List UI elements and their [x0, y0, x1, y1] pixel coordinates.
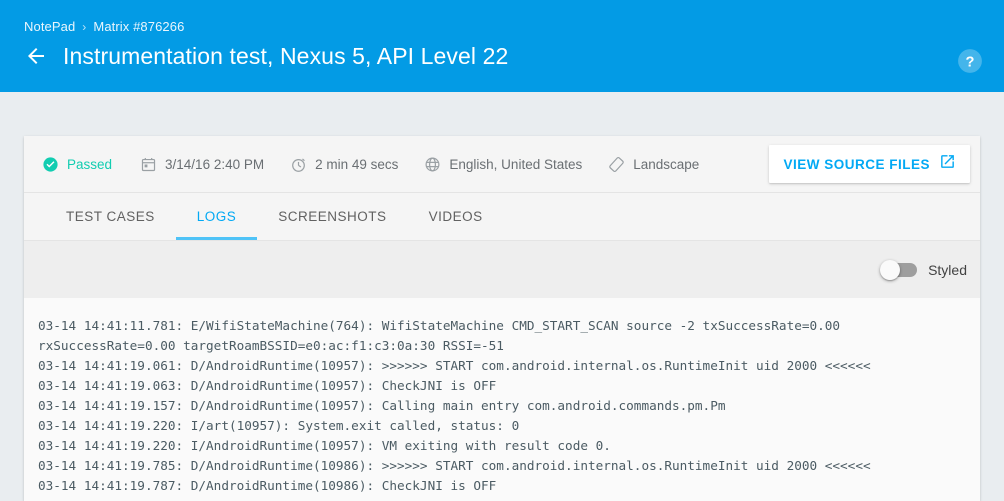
screen-rotation-icon [608, 156, 625, 173]
log-line: 03-14 14:41:19.220: I/art(10957): System… [24, 416, 980, 436]
status-label: Passed [67, 157, 112, 172]
info-item-orientation: Landscape [608, 156, 699, 173]
calendar-icon [140, 156, 157, 173]
tab-videos[interactable]: VIDEOS [408, 193, 504, 240]
info-label-duration: 2 min 49 secs [315, 157, 398, 172]
tab-test-cases[interactable]: TEST CASES [45, 193, 176, 240]
view-source-files-button[interactable]: VIEW SOURCE FILES [769, 145, 970, 183]
breadcrumb-current[interactable]: Matrix #876266 [93, 19, 184, 34]
tab-test-cases-label: TEST CASES [66, 209, 155, 224]
tab-logs-label: LOGS [197, 209, 237, 224]
info-label-orientation: Landscape [633, 157, 699, 172]
help-icon[interactable]: ? [957, 48, 983, 74]
stopwatch-icon [290, 156, 307, 173]
tab-screenshots[interactable]: SCREENSHOTS [257, 193, 407, 240]
breadcrumb: NotePad › Matrix #876266 [24, 19, 184, 34]
globe-icon [424, 156, 441, 173]
breadcrumb-root[interactable]: NotePad [24, 19, 75, 34]
log-options-bar: Styled [24, 241, 980, 298]
info-label-date: 3/14/16 2:40 PM [165, 157, 264, 172]
styled-toggle-knob [880, 260, 900, 280]
log-output[interactable]: 03-14 14:41:11.781: E/WifiStateMachine(7… [24, 298, 980, 501]
test-result-card: Passed 3/14/16 2:40 PM [24, 136, 980, 501]
log-line: 03-14 14:41:19.785: D/AndroidRuntime(109… [24, 456, 980, 476]
log-line: rxSuccessRate=0.00 targetRoamBSSID=e0:ac… [24, 336, 980, 356]
tab-logs[interactable]: LOGS [176, 193, 258, 240]
check-circle-icon [42, 156, 59, 173]
log-line: 03-14 14:41:19.063: D/AndroidRuntime(109… [24, 376, 980, 396]
info-item-locale: English, United States [424, 156, 582, 173]
tab-bar: TEST CASES LOGS SCREENSHOTS VIDEOS [24, 193, 980, 241]
back-arrow-icon[interactable] [24, 44, 48, 68]
log-line: 03-14 14:41:19.220: I/AndroidRuntime(109… [24, 436, 980, 456]
title-row: Instrumentation test, Nexus 5, API Level… [24, 44, 508, 68]
svg-text:?: ? [966, 54, 975, 70]
log-line: 03-14 14:41:19.787: D/AndroidRuntime(109… [24, 476, 980, 496]
open-in-new-icon [939, 153, 956, 175]
app-bar: NotePad › Matrix #876266 Instrumentation… [0, 0, 1004, 92]
status-badge: Passed [42, 156, 112, 173]
info-label-locale: English, United States [449, 157, 582, 172]
test-info-bar: Passed 3/14/16 2:40 PM [24, 136, 980, 193]
log-line: 03-14 14:41:19.157: D/AndroidRuntime(109… [24, 396, 980, 416]
info-item-duration: 2 min 49 secs [290, 156, 398, 173]
styled-toggle[interactable]: Styled [883, 262, 967, 278]
info-item-date: 3/14/16 2:40 PM [140, 156, 264, 173]
breadcrumb-separator-icon: › [82, 21, 86, 33]
tab-screenshots-label: SCREENSHOTS [278, 209, 386, 224]
page-title: Instrumentation test, Nexus 5, API Level… [63, 45, 508, 68]
styled-toggle-label: Styled [928, 262, 967, 278]
log-line: 03-14 14:41:19.061: D/AndroidRuntime(109… [24, 356, 980, 376]
log-line: 03-14 14:41:11.781: E/WifiStateMachine(7… [24, 316, 980, 336]
styled-toggle-switch[interactable] [883, 263, 917, 277]
view-source-files-label: VIEW SOURCE FILES [783, 157, 930, 172]
tab-videos-label: VIDEOS [429, 209, 483, 224]
